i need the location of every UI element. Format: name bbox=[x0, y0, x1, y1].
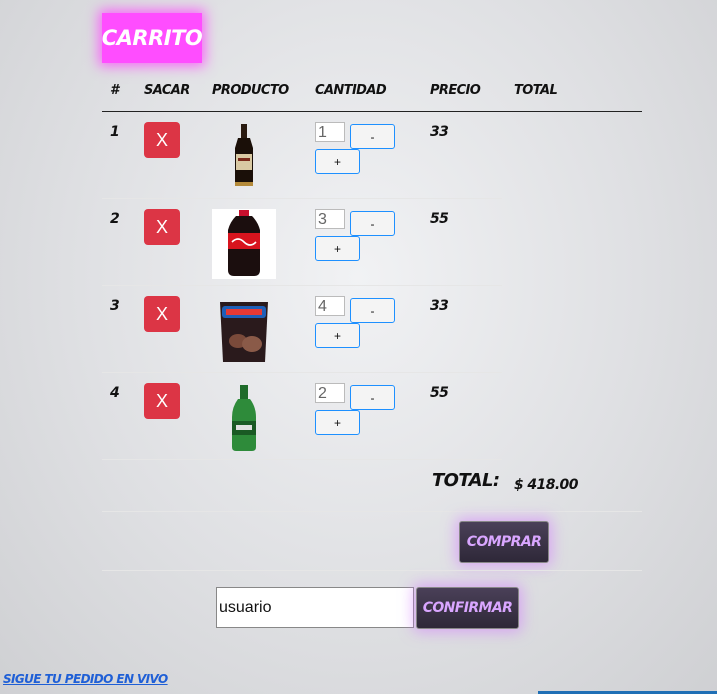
row-number: 3 bbox=[110, 298, 120, 314]
remove-button[interactable]: X bbox=[144, 296, 180, 332]
price: 33 bbox=[430, 124, 449, 140]
beer-bottle-image bbox=[232, 385, 256, 451]
quantity-field[interactable]: 3 bbox=[315, 209, 345, 229]
col-header-product: PRODUCTO bbox=[212, 83, 289, 98]
table-row: 2 X 3 - + 55 bbox=[102, 199, 642, 286]
col-header-quantity: CANTIDAD bbox=[315, 83, 387, 98]
remove-button[interactable]: X bbox=[144, 209, 180, 245]
increase-button[interactable]: + bbox=[315, 323, 360, 348]
quantity-field[interactable]: 4 bbox=[315, 296, 345, 316]
total-label: TOTAL: bbox=[432, 470, 500, 491]
coca-cola-bottle-image bbox=[212, 209, 276, 279]
remove-button[interactable]: X bbox=[144, 122, 180, 158]
price: 55 bbox=[430, 211, 449, 227]
total-value: $ 418.00 bbox=[514, 477, 578, 493]
quantity-field[interactable]: 1 bbox=[315, 122, 345, 142]
remove-button[interactable]: X bbox=[144, 383, 180, 419]
row-divider bbox=[102, 459, 502, 460]
actions-divider bbox=[102, 570, 642, 571]
col-header-total: TOTAL bbox=[514, 83, 558, 98]
table-row: 3 X 4 - + 33 bbox=[102, 286, 642, 373]
user-input[interactable]: usuario bbox=[216, 587, 414, 628]
price: 33 bbox=[430, 298, 449, 314]
summary-divider bbox=[102, 511, 642, 512]
increase-button[interactable]: + bbox=[315, 149, 360, 174]
chips-bag-image bbox=[220, 302, 268, 362]
decrease-button[interactable]: - bbox=[350, 211, 395, 236]
table-row: 1 X 1 - + 33 bbox=[102, 112, 642, 199]
table-row: 4 X 2 - + 55 bbox=[102, 373, 642, 460]
track-order-link[interactable]: SIGUE TU PEDIDO EN VIVO bbox=[3, 672, 168, 686]
quantity-field[interactable]: 2 bbox=[315, 383, 345, 403]
decrease-button[interactable]: - bbox=[350, 385, 395, 410]
row-number: 1 bbox=[110, 124, 120, 140]
col-header-price: PRECIO bbox=[430, 83, 481, 98]
row-number: 2 bbox=[110, 211, 120, 227]
increase-button[interactable]: + bbox=[315, 236, 360, 261]
row-number: 4 bbox=[110, 385, 120, 401]
decrease-button[interactable]: - bbox=[350, 124, 395, 149]
increase-button[interactable]: + bbox=[315, 410, 360, 435]
buy-button[interactable]: COMPRAR bbox=[459, 521, 549, 563]
decrease-button[interactable]: - bbox=[350, 298, 395, 323]
col-header-remove: SACAR bbox=[144, 83, 190, 98]
confirm-button[interactable]: CONFIRMAR bbox=[416, 587, 519, 629]
col-header-number: # bbox=[110, 83, 119, 98]
cart-title: CARRITO bbox=[102, 13, 203, 63]
liquor-bottle-image bbox=[235, 124, 253, 186]
price: 55 bbox=[430, 385, 449, 401]
